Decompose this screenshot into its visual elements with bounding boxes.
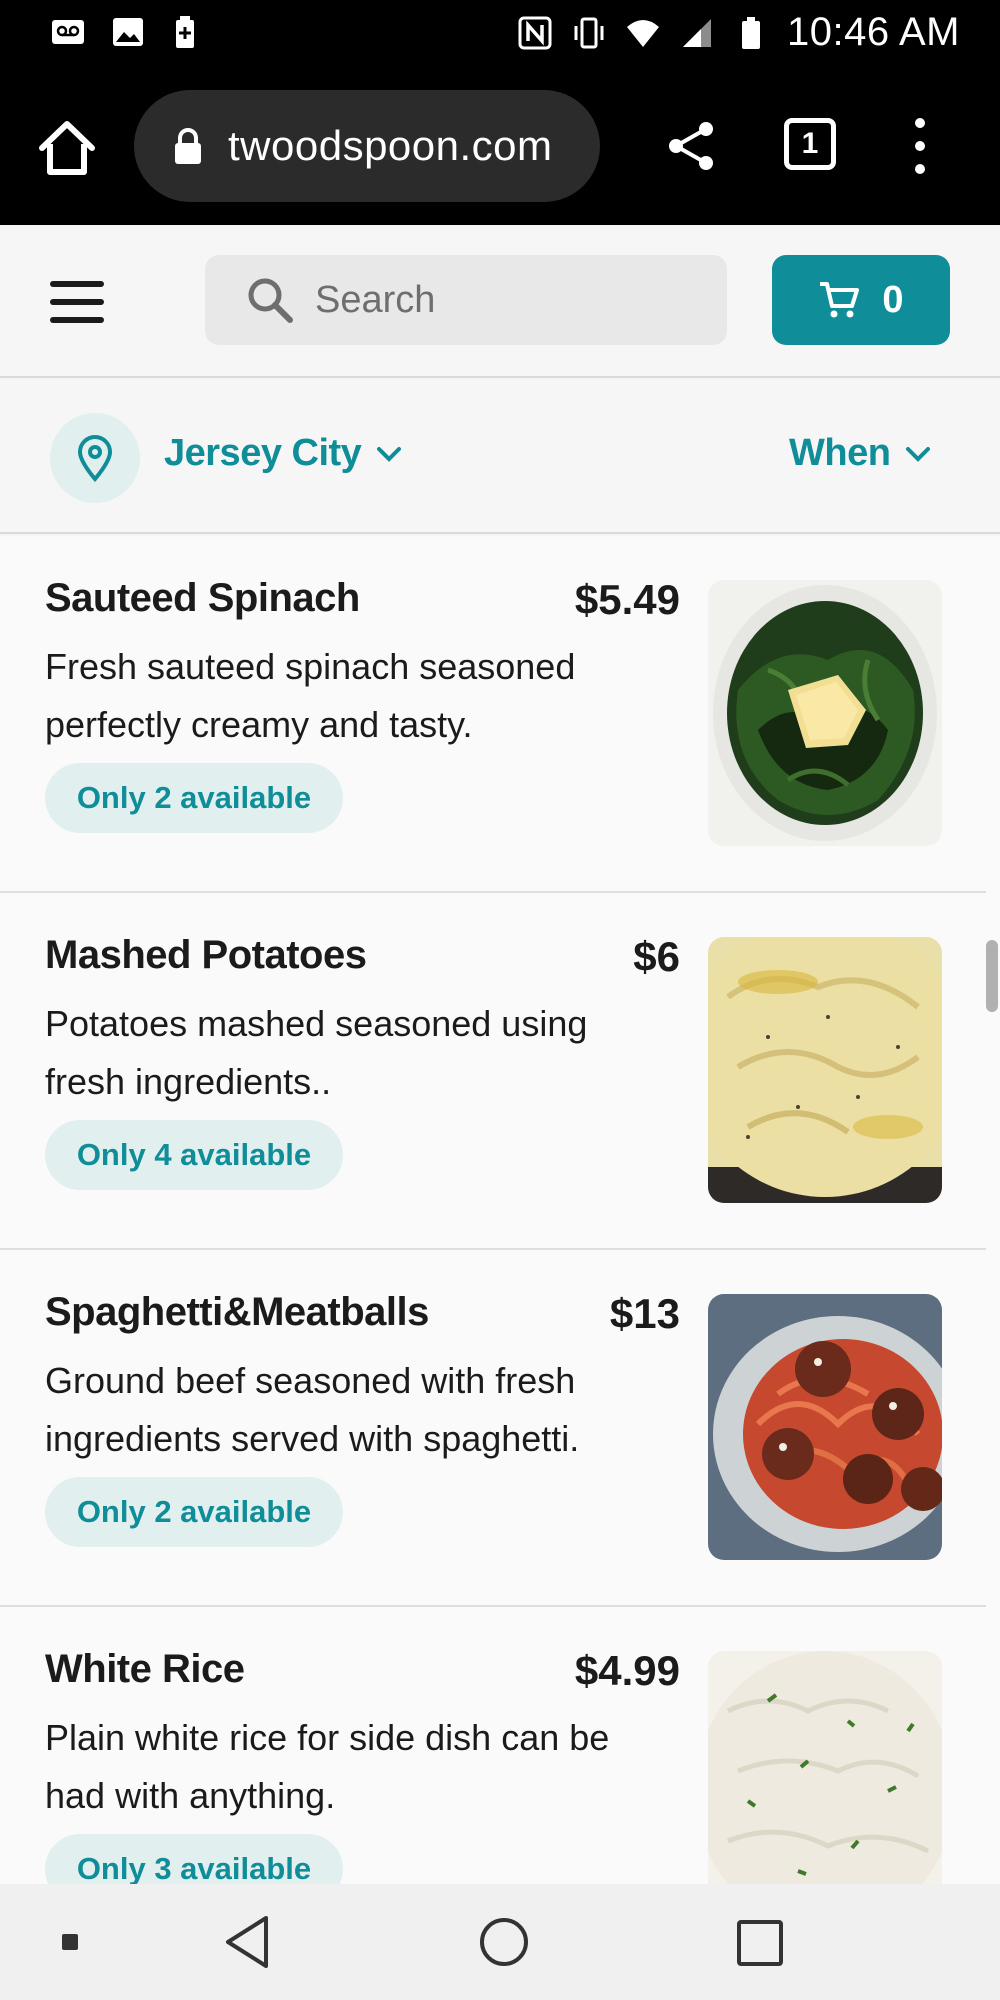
item-price: $6	[633, 933, 680, 980]
address-bar[interactable]: twoodspoon.com	[134, 90, 600, 202]
cart-count: 0	[882, 278, 904, 321]
url-text: twoodspoon.com	[228, 122, 553, 169]
recent-apps-button[interactable]	[737, 1920, 783, 1966]
vibrate-icon	[574, 17, 604, 48]
item-image[interactable]	[708, 580, 942, 846]
cart-button[interactable]: 0	[772, 255, 950, 345]
availability-badge: Only 2 available	[45, 1477, 343, 1547]
image-icon	[113, 18, 143, 46]
city-label: Jersey City	[164, 432, 362, 474]
item-description: Fresh sauteed spinach seasoned perfectly…	[45, 646, 576, 745]
search-input[interactable]: Search	[205, 255, 727, 345]
sauteed-spinach-photo	[708, 580, 942, 846]
availability-badge: Only 2 available	[45, 763, 343, 833]
item-description: Ground beef seasoned with fresh ingredie…	[45, 1360, 580, 1459]
item-description: Plain white rice for side dish can be ha…	[45, 1717, 610, 1816]
share-icon[interactable]	[666, 120, 716, 172]
availability-badge: Only 4 available	[45, 1120, 343, 1190]
white-rice-photo	[708, 1651, 942, 1884]
item-name: White Rice	[45, 1647, 245, 1691]
nfc-icon	[518, 16, 552, 49]
status-bar: 10:46 AM	[0, 0, 1000, 68]
search-icon	[248, 278, 293, 323]
spaghetti-meatballs-photo	[708, 1294, 942, 1560]
mashed-potatoes-photo	[708, 937, 942, 1203]
search-placeholder: Search	[315, 278, 436, 321]
location-bar: Jersey City When	[0, 380, 1000, 534]
when-label: When	[789, 432, 891, 474]
voicemail-icon	[52, 20, 84, 44]
item-image[interactable]	[708, 1651, 942, 1884]
item-image[interactable]	[708, 1294, 942, 1560]
home-button[interactable]	[480, 1918, 528, 1966]
item-name: Sauteed Spinach	[45, 576, 360, 620]
location-pin-button[interactable]	[50, 413, 140, 503]
browser-toolbar: twoodspoon.com 1	[0, 68, 1000, 225]
cart-icon	[820, 282, 860, 318]
city-selector[interactable]: Jersey City	[164, 432, 403, 475]
item-price: $13	[609, 1290, 680, 1337]
hamburger-menu-icon[interactable]	[50, 281, 104, 323]
chevron-down-icon	[377, 446, 402, 462]
item-name: Mashed Potatoes	[45, 933, 367, 977]
battery-saver-icon	[176, 16, 194, 48]
tab-switcher-button[interactable]: 1	[784, 118, 836, 170]
scrollbar-thumb[interactable]	[986, 940, 998, 1012]
site-header: Search 0	[0, 225, 1000, 378]
menu-list: Sauteed Spinach $5.49 Fresh sauteed spin…	[0, 536, 1000, 1884]
location-pin-icon	[77, 435, 113, 482]
item-price: $4.99	[574, 1647, 680, 1694]
overflow-menu-icon[interactable]	[908, 118, 932, 174]
home-icon[interactable]	[36, 118, 98, 178]
battery-icon	[741, 16, 760, 49]
menu-item[interactable]: Spaghetti&Meatballs $13 Ground beef seas…	[0, 1250, 986, 1607]
menu-item[interactable]: White Rice $4.99 Plain white rice for si…	[0, 1607, 986, 1884]
clock: 10:46 AM	[786, 10, 960, 54]
wifi-icon	[626, 19, 659, 47]
lock-icon	[175, 128, 201, 164]
nav-dot-icon[interactable]	[62, 1934, 78, 1950]
chevron-down-icon	[906, 446, 931, 462]
menu-item[interactable]: Sauteed Spinach $5.49 Fresh sauteed spin…	[0, 536, 986, 893]
item-name: Spaghetti&Meatballs	[45, 1290, 429, 1334]
availability-badge: Only 3 available	[45, 1834, 343, 1884]
item-description: Potatoes mashed seasoned using fresh ing…	[45, 1003, 588, 1102]
back-icon[interactable]	[222, 1914, 272, 1970]
system-navigation-bar	[0, 1884, 1000, 2000]
item-image[interactable]	[708, 937, 942, 1203]
item-price: $5.49	[574, 576, 680, 623]
signal-icon	[682, 18, 711, 47]
when-selector[interactable]: When	[789, 432, 932, 475]
menu-item[interactable]: Mashed Potatoes $6 Potatoes mashed seaso…	[0, 893, 986, 1250]
